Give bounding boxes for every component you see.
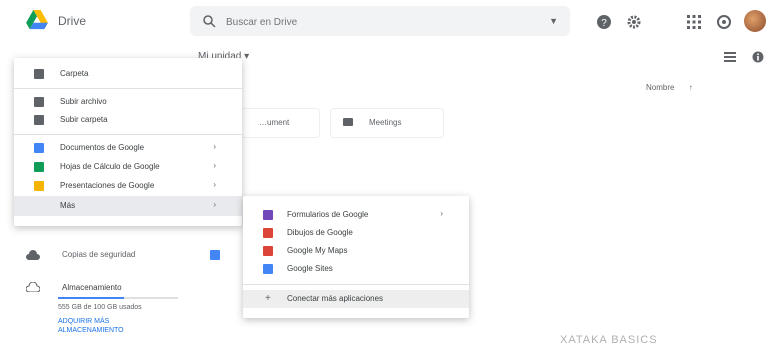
upgrade-storage-link[interactable]: ADQUIRIR MÁS (58, 318, 109, 325)
menu-item-label: Hojas de Cálculo de Google (60, 162, 160, 171)
avatar[interactable] (744, 10, 766, 32)
list-view-icon[interactable] (724, 52, 736, 62)
backup-label[interactable]: Copias de seguridad (62, 250, 135, 259)
sort-label: Nombre (646, 83, 675, 92)
menu-item-connect-apps[interactable]: + Conectar más aplicaciones (243, 290, 469, 308)
help-icon[interactable]: ? (596, 14, 612, 30)
storage-progress-fill (58, 297, 124, 299)
app-title[interactable]: Drive (58, 14, 86, 28)
watermark: XATAKA BASICS (560, 334, 658, 346)
menu-item-label: Presentaciones de Google (60, 181, 155, 190)
menu-item-google-sheets[interactable]: Hojas de Cálculo de Google › (14, 157, 242, 177)
drive-logo-icon[interactable] (26, 10, 48, 30)
upgrade-storage-link-2[interactable]: ALMACENAMIENTO (58, 327, 124, 334)
search-options-icon[interactable]: ▼ (549, 16, 558, 26)
menu-item-label: Conectar más aplicaciones (287, 294, 384, 303)
menu-item-label: Subir archivo (60, 97, 107, 106)
menu-item-label: Carpeta (60, 69, 89, 78)
google-slides-icon (34, 181, 44, 191)
menu-item-upload-folder[interactable]: Subir carpeta (14, 110, 242, 130)
menu-item-label: Google Sites (287, 264, 333, 273)
info-icon[interactable] (752, 51, 764, 63)
menu-item-label: Google My Maps (287, 246, 348, 255)
folder-icon (34, 69, 44, 79)
settings-icon[interactable] (626, 14, 642, 30)
storage-progress-bar (58, 297, 178, 299)
chevron-right-icon: › (213, 142, 216, 151)
google-my-maps-icon (263, 246, 273, 256)
menu-item-label: Documentos de Google (60, 143, 145, 152)
chevron-right-icon: › (213, 200, 216, 209)
menu-item-label: Dibujos de Google (287, 228, 353, 237)
storage-cloud-icon (26, 282, 40, 292)
card-label: …ument (259, 118, 290, 127)
folder-icon (343, 118, 353, 126)
menu-item-folder[interactable]: Carpeta (14, 64, 242, 84)
menu-item-google-forms[interactable]: Formularios de Google › (243, 206, 469, 224)
menu-item-label: Formularios de Google (287, 210, 369, 219)
chevron-right-icon: › (440, 209, 443, 218)
menu-item-google-drawings[interactable]: Dibujos de Google (243, 224, 469, 242)
menu-item-google-docs[interactable]: Documentos de Google › (14, 138, 242, 158)
google-docs-icon (34, 143, 44, 153)
top-bar: Drive ▼ ? (0, 0, 775, 44)
menu-item-upload-file[interactable]: Subir archivo (14, 92, 242, 112)
sort-arrow-icon: ↑ (688, 83, 693, 92)
svg-text:?: ? (601, 18, 607, 29)
google-drawings-icon (263, 228, 273, 238)
chevron-right-icon: › (213, 161, 216, 170)
sort-control[interactable]: Nombre ↑ (646, 83, 693, 92)
google-forms-icon (263, 210, 273, 220)
menu-divider (14, 134, 242, 135)
new-menu: Carpeta Subir archivo Subir carpeta Docu… (14, 58, 242, 226)
search-input[interactable] (224, 12, 528, 32)
google-sites-icon (263, 264, 273, 274)
storage-label[interactable]: Almacenamiento (62, 283, 122, 292)
plus-icon: + (265, 293, 271, 304)
quick-access-card[interactable]: Meetings (330, 108, 444, 138)
card-label: Meetings (369, 118, 402, 127)
more-submenu: Formularios de Google › Dibujos de Googl… (243, 196, 469, 318)
menu-item-google-sites[interactable]: Google Sites (243, 260, 469, 278)
menu-item-google-slides[interactable]: Presentaciones de Google › (14, 176, 242, 196)
google-sheets-icon (34, 162, 44, 172)
menu-divider (14, 88, 242, 89)
search-box[interactable]: ▼ (190, 6, 570, 36)
apps-icon[interactable] (686, 14, 702, 30)
menu-item-label: Más (60, 201, 76, 210)
upload-folder-icon (34, 115, 44, 125)
cloud-icon (26, 250, 40, 260)
menu-item-label: Subir carpeta (60, 115, 108, 124)
menu-item-google-my-maps[interactable]: Google My Maps (243, 242, 469, 260)
search-icon[interactable] (202, 14, 216, 28)
doc-icon (210, 250, 220, 260)
quick-access-card[interactable]: …ument (240, 108, 320, 138)
notifications-icon[interactable] (716, 14, 732, 30)
chevron-right-icon: › (213, 180, 216, 189)
menu-divider (243, 284, 469, 285)
upload-file-icon (34, 97, 44, 107)
storage-usage-text: 555 GB de 100 GB usados (58, 304, 142, 311)
menu-item-more[interactable]: Más › (14, 196, 242, 216)
